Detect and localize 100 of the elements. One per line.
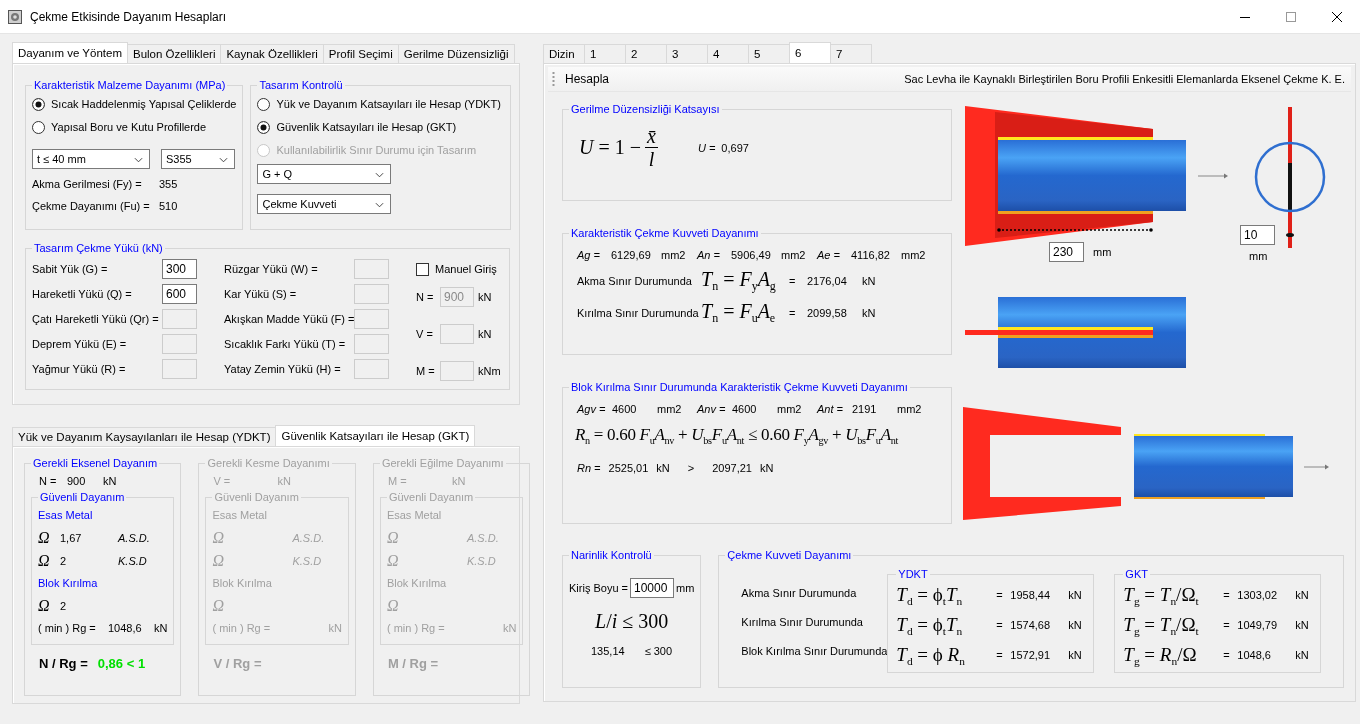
area-value: 2191: [852, 403, 878, 415]
tab[interactable]: Gerilme Düzensizliği: [397, 44, 515, 63]
unit-label: kN: [862, 275, 876, 287]
unit-label: kN: [103, 475, 117, 487]
omega-symbol: Ω: [212, 529, 226, 547]
method-label: K.S.D: [118, 555, 147, 567]
radio-icon[interactable]: [32, 97, 45, 111]
result-value: 2099,58: [807, 307, 848, 319]
area-label: Ag =: [577, 249, 601, 261]
result-label: Rn =: [577, 461, 601, 474]
load-label: Rüzgar Yükü (W) =: [224, 263, 319, 275]
result-value: 1572,91: [1010, 649, 1052, 661]
radio-button[interactable]: Güvenlik Katsayıları ile Hesap (GKT): [257, 117, 504, 137]
radio-icon[interactable]: [32, 120, 45, 134]
unit-label: kN: [1068, 619, 1082, 631]
input-field[interactable]: 600: [162, 284, 197, 304]
input-field[interactable]: 300: [162, 259, 197, 279]
equals-sign: =: [1223, 589, 1231, 601]
calculate-button[interactable]: Hesapla: [561, 70, 614, 88]
group-title: Gerekli Eğilme Dayanımı: [380, 457, 505, 469]
tab[interactable]: Profil Seçimi: [322, 44, 399, 63]
dropdown[interactable]: Çekme Kuvveti: [257, 194, 392, 214]
result-value: 1303,02: [1237, 589, 1279, 601]
radio-button[interactable]: Sıcak Haddelenmiş Yapısal Çeliklerde: [32, 94, 237, 114]
load-label: Yağmur Yükü (R) =: [32, 363, 127, 375]
unit-label: mm2: [781, 249, 807, 261]
unit-label: kNm: [478, 365, 501, 377]
checkbox[interactable]: Manuel Giriş: [416, 259, 501, 279]
input-field[interactable]: 10: [1240, 225, 1275, 245]
input-field[interactable]: 10000: [630, 578, 674, 598]
formula: L/i ≤ 300: [594, 610, 670, 633]
window-title: Çekme Etkisinde Dayanım Hesapları: [30, 9, 227, 24]
unit-label: kN: [1295, 589, 1309, 601]
radio-button[interactable]: Yük ve Dayanım Katsayıları ile Hesap (YDKT): [257, 94, 504, 114]
input-field[interactable]: 230: [1049, 242, 1084, 262]
unit-label: kN: [862, 307, 876, 319]
section-label: Blok Kırılma: [38, 577, 99, 591]
unit-label: kN: [478, 328, 492, 340]
maximize-icon: [1286, 11, 1296, 22]
unit-label: kN: [154, 622, 168, 634]
unit-label: kN: [759, 461, 774, 474]
force-value: 900: [67, 475, 87, 487]
group-title: YDKT: [897, 568, 929, 580]
group-title: Tasarım Kontrolü: [258, 79, 344, 91]
tab[interactable]: Dayanım ve Yöntem: [12, 42, 128, 63]
load-label: Deprem Yükü (E) =: [32, 338, 128, 350]
limit-state-label: Blok Kırılma Sınır Durumunda: [741, 645, 888, 657]
factor-value: 2: [60, 600, 68, 612]
formula: R$_{n}$ = 0.60 F$_{u}$A$_{nv}$ + U$_{bs}$F$_{u}$A$_{nt}$ ≤ 0.60 F$_{y}$A$_{gv}$ + U$_{bs}$F$_{u}$A$_{nt}$: [575, 425, 900, 446]
tab[interactable]: Dizin: [543, 44, 585, 63]
formula: T$_{n}$ = F$_{u}$A$_{e}$: [701, 299, 777, 327]
dropdown[interactable]: G + Q: [257, 164, 392, 184]
property-value: 355: [159, 178, 178, 191]
radio-icon[interactable]: [257, 120, 271, 134]
ratio-label: N / Rg =: [39, 656, 88, 671]
group-title: Narinlik Kontrolü: [570, 549, 653, 561]
area-label: An =: [697, 249, 721, 261]
arrow-icon: [1197, 173, 1228, 179]
unit-label: mm2: [777, 403, 803, 415]
unit-label: kN: [277, 475, 291, 487]
tab[interactable]: 7: [830, 44, 872, 63]
dropdown[interactable]: S355: [161, 149, 235, 169]
unit-label: kN: [478, 291, 492, 303]
radio-icon[interactable]: [257, 97, 271, 111]
tab[interactable]: Kaynak Özellikleri: [220, 44, 324, 63]
omega-symbol: Ω: [38, 529, 51, 547]
omega-symbol: Ω: [212, 597, 226, 615]
result-value: 1049,79: [1237, 619, 1279, 631]
group-title: Güvenli Dayanım: [387, 491, 475, 503]
strength-value: 1048,6: [108, 622, 143, 634]
group-title: Güvenli Dayanım: [213, 491, 300, 503]
unit-label: kN: [1295, 649, 1309, 661]
group-title: Güvenli Dayanım: [39, 491, 126, 503]
strength-label: ( min ) Rg =: [38, 622, 97, 634]
limit-state-label: Akma Sınır Durumunda: [577, 275, 693, 287]
ratio-value: 135,14: [591, 645, 625, 657]
length-label: Kiriş Boyu =: [569, 582, 628, 594]
result-value: 1048,6: [1237, 649, 1272, 661]
force-label: N =: [416, 291, 435, 303]
tab[interactable]: 6: [789, 42, 831, 63]
omega-symbol: Ω: [212, 552, 226, 570]
load-label: Sıcaklık Farkı Yükü (T) =: [224, 338, 347, 350]
section-label: Esas Metal: [212, 509, 268, 523]
dropdown[interactable]: t ≤ 40 mm: [32, 149, 150, 169]
section-label: Blok Kırılma: [386, 577, 448, 591]
omega-symbol: Ω: [38, 552, 51, 570]
section-label: Esas Metal: [386, 509, 443, 523]
group-title: Çekme Kuvveti Dayanımı: [726, 549, 853, 561]
area-label: Agv =: [577, 403, 607, 415]
tab[interactable]: Yük ve Dayanım Kaysayılanları ile Hesap (YDKT): [12, 427, 277, 446]
caret-icon: [219, 157, 228, 163]
tab[interactable]: Güvenlik Katsayıları ile Hesap (GKT): [275, 425, 476, 446]
radio-button[interactable]: Yapısal Boru ve Kutu Profillerde: [32, 117, 237, 137]
formula: T$_{d}$ = ϕ$_{t}$T$_{n}$: [896, 583, 964, 607]
result-value: 0,697: [721, 141, 749, 154]
formula: T$_{g}$ = T$_{n}$/Ω$_{t}$: [1123, 583, 1200, 607]
area-label: Ant =: [817, 403, 844, 415]
group-title: Karakteristik Çekme Kuvveti Dayanımı: [570, 227, 760, 239]
group-title: Gerekli Kesme Dayanımı: [206, 457, 331, 469]
limit-value: 2097,21: [712, 461, 752, 474]
